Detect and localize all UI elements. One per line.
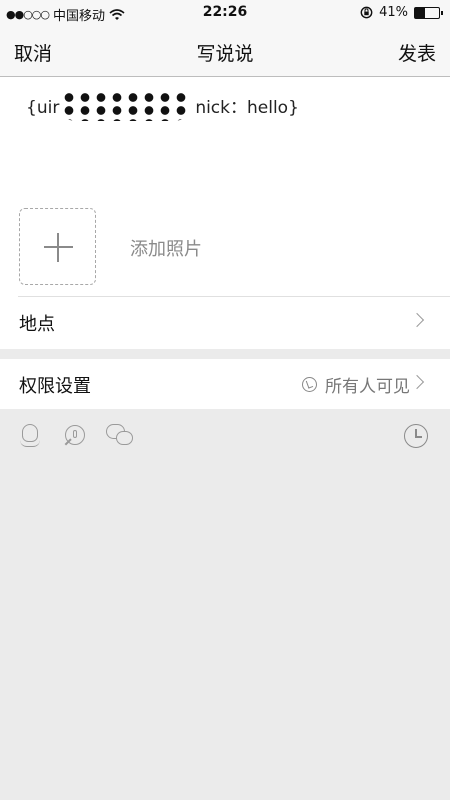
wechat-icon[interactable] [106,424,134,448]
chevron-right-icon [409,374,425,390]
permissions-value-group: 所有人可见 [302,372,410,397]
battery-fill [415,7,425,18]
battery-percent: 41% [379,5,408,20]
status-bar: ●●○○○ 中国移动 22:26 41% [0,0,450,26]
publish-button[interactable]: 发表 [398,39,436,66]
clock-icon[interactable] [404,424,428,448]
location-row[interactable]: 地点 [0,297,450,349]
post-text-suffix: nick：hello} [195,98,299,118]
battery-icon [414,6,443,19]
permissions-value: 所有人可见 [325,377,410,397]
post-text-input[interactable]: {uir nick：hello} [26,91,299,123]
rotation-lock-icon [360,6,373,19]
redacted-text [61,91,190,121]
page-title: 写说说 [196,43,254,65]
location-pin-icon[interactable] [64,424,88,448]
post-text-prefix: {uir [26,98,60,118]
visibility-icon [302,377,317,392]
status-right: 41% [360,5,443,20]
add-photo-label: 添加照片 [130,239,202,260]
nav-bar: 取消 写说说 发表 [0,26,450,77]
plus-icon-vertical [57,233,59,262]
location-label: 地点 [19,314,55,335]
compose-area: {uir nick：hello} 添加照片 地点 [0,77,450,349]
qq-icon[interactable] [20,424,40,448]
chevron-right-icon [409,312,425,328]
compose-toolbar [0,410,450,460]
add-photo-button[interactable] [19,208,96,285]
permissions-row[interactable]: 权限设置 所有人可见 [0,359,450,409]
permissions-label: 权限设置 [19,376,91,397]
